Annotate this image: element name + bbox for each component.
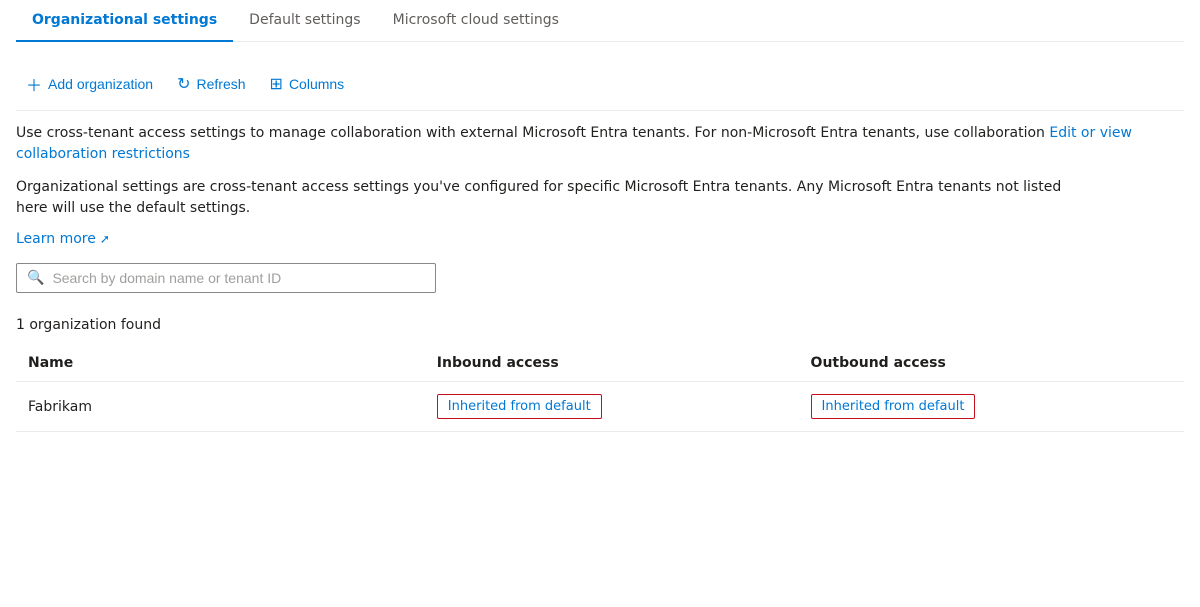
search-container: 🔍 bbox=[16, 263, 1184, 293]
learn-more-link[interactable]: Learn more ➚ bbox=[16, 231, 110, 247]
description-block-2: Organizational settings are cross-tenant… bbox=[16, 177, 1184, 219]
tab-default[interactable]: Default settings bbox=[233, 0, 376, 42]
column-header-outbound: Outbound access bbox=[799, 345, 1184, 382]
refresh-icon: ↻ bbox=[177, 74, 190, 94]
column-header-name: Name bbox=[16, 345, 425, 382]
column-header-inbound: Inbound access bbox=[425, 345, 799, 382]
tab-bar: Organizational settings Default settings… bbox=[16, 0, 1184, 42]
inbound-access-cell: Inherited from default bbox=[425, 382, 799, 432]
tab-microsoft-cloud[interactable]: Microsoft cloud settings bbox=[377, 0, 575, 42]
tab-organizational[interactable]: Organizational settings bbox=[16, 0, 233, 42]
search-icon: 🔍 bbox=[27, 270, 44, 286]
search-input[interactable] bbox=[52, 270, 425, 286]
table-row: Fabrikam Inherited from default Inherite… bbox=[16, 382, 1184, 432]
description-block-1: Use cross-tenant access settings to mana… bbox=[16, 123, 1184, 165]
table-header-row: Name Inbound access Outbound access bbox=[16, 345, 1184, 382]
outbound-inherited-badge[interactable]: Inherited from default bbox=[811, 394, 976, 419]
org-name-cell: Fabrikam bbox=[16, 382, 425, 432]
description-line1: Use cross-tenant access settings to mana… bbox=[16, 125, 1045, 141]
description-line2: Organizational settings are cross-tenant… bbox=[16, 179, 1061, 195]
organizations-table: Name Inbound access Outbound access Fabr… bbox=[16, 345, 1184, 432]
results-count: 1 organization found bbox=[16, 317, 1184, 333]
external-link-icon: ➚ bbox=[100, 232, 110, 246]
add-organization-button[interactable]: ＋ Add organization bbox=[16, 66, 163, 102]
toolbar: ＋ Add organization ↻ Refresh ⊞ Columns bbox=[16, 58, 1184, 111]
columns-button[interactable]: ⊞ Columns bbox=[260, 68, 355, 100]
plus-icon: ＋ bbox=[26, 72, 42, 96]
description-line2-suffix: here will use the default settings. bbox=[16, 200, 250, 216]
search-box: 🔍 bbox=[16, 263, 436, 293]
refresh-button[interactable]: ↻ Refresh bbox=[167, 68, 255, 100]
outbound-access-cell: Inherited from default bbox=[799, 382, 1184, 432]
inbound-inherited-badge[interactable]: Inherited from default bbox=[437, 394, 602, 419]
columns-icon: ⊞ bbox=[270, 74, 283, 94]
